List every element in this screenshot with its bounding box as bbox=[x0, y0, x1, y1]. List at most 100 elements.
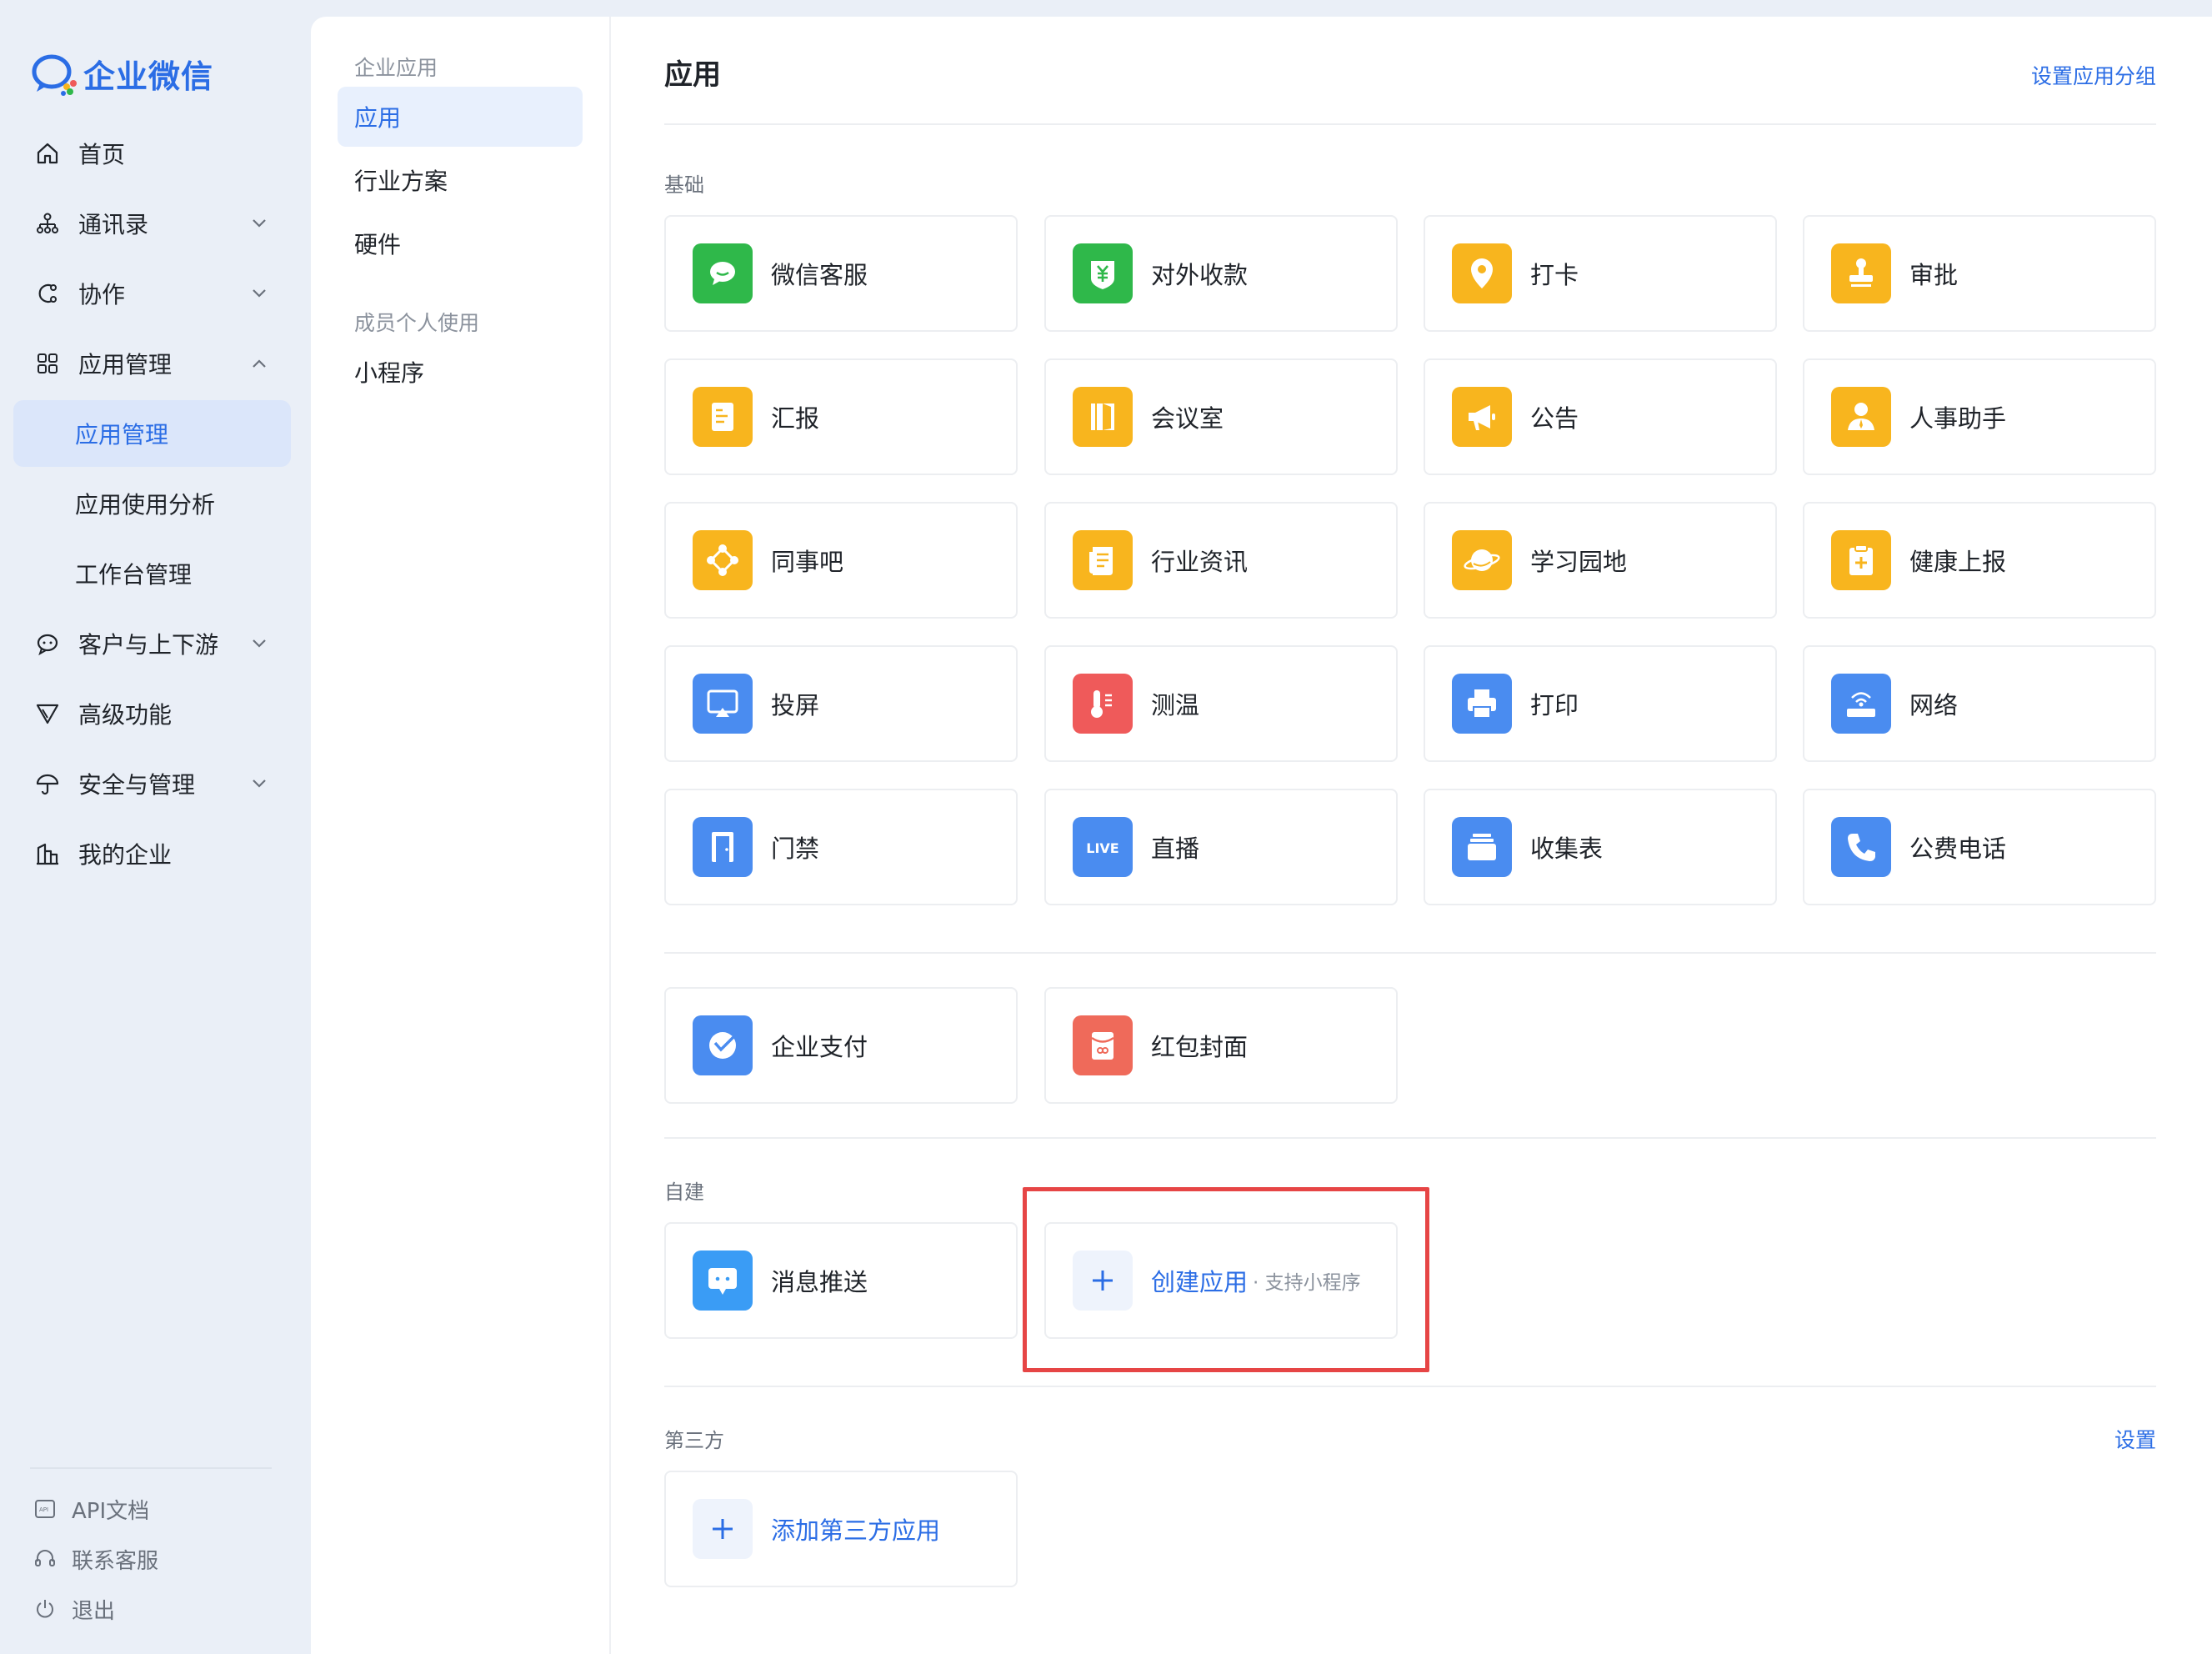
app-name: 行业资讯 bbox=[1151, 548, 1249, 576]
section-third-party-label: 第三方 bbox=[664, 1429, 724, 1452]
brand-logo[interactable]: 企业微信 bbox=[30, 50, 213, 97]
app-card[interactable]: 消息推送 bbox=[664, 1222, 1018, 1339]
submenu-item-label: 行业方案 bbox=[354, 168, 448, 195]
set-app-groups-link[interactable]: 设置应用分组 bbox=[2031, 60, 2156, 90]
app-card[interactable]: 收集表 bbox=[1424, 789, 1777, 905]
create-app-hint: · 支持小程序 bbox=[1253, 1272, 1361, 1294]
app-name: 公费电话 bbox=[1909, 835, 2007, 863]
logout-link[interactable]: 退出 bbox=[33, 1589, 115, 1629]
nav-app-management[interactable]: 应用管理 bbox=[13, 330, 291, 397]
submenu-item-industry[interactable]: 行业方案 bbox=[338, 150, 583, 210]
create-app-button[interactable]: 创建应用 · 支持小程序 bbox=[1044, 1222, 1398, 1339]
app-name: 测温 bbox=[1151, 691, 1200, 719]
app-card[interactable]: 企业支付 bbox=[664, 987, 1018, 1104]
plus-icon bbox=[1073, 1251, 1133, 1311]
phone-icon bbox=[1831, 817, 1891, 877]
add-third-party-label: 添加第三方应用 bbox=[771, 1516, 941, 1545]
nav-customers[interactable]: 客户与上下游 bbox=[13, 610, 291, 677]
red-packet-icon bbox=[1073, 1015, 1133, 1075]
app-card[interactable]: 行业资讯 bbox=[1044, 502, 1398, 619]
nav-collab[interactable]: 协作 bbox=[13, 260, 291, 327]
submenu-item-hardware[interactable]: 硬件 bbox=[338, 213, 583, 273]
submenu-item-apps[interactable]: 应用 bbox=[338, 87, 583, 147]
nav-home[interactable]: 首页 bbox=[13, 120, 291, 187]
sidebar-divider bbox=[30, 1467, 272, 1469]
nav-my-company-label: 我的企业 bbox=[78, 841, 173, 869]
nav-contacts[interactable]: 通讯录 bbox=[13, 190, 291, 257]
app-card[interactable]: 打卡 bbox=[1424, 215, 1777, 332]
submenu-item-label: 小程序 bbox=[354, 359, 425, 387]
nav-home-label: 首页 bbox=[78, 141, 126, 168]
app-card[interactable]: 学习园地 bbox=[1424, 502, 1777, 619]
screen-cast-icon bbox=[693, 674, 753, 734]
app-card[interactable]: 同事吧 bbox=[664, 502, 1018, 619]
app-name: 收集表 bbox=[1530, 835, 1604, 863]
nav-sub-app-management[interactable]: 应用管理 bbox=[13, 400, 291, 467]
chevron-up-icon[interactable] bbox=[249, 353, 269, 373]
nav-advanced[interactable]: 高级功能 bbox=[13, 680, 291, 747]
page-title: 应用 bbox=[664, 58, 721, 92]
chevron-down-icon[interactable] bbox=[249, 283, 269, 303]
app-card[interactable]: 汇报 bbox=[664, 358, 1018, 475]
add-third-party-app-button[interactable]: 添加第三方应用 bbox=[664, 1471, 1018, 1587]
pay-icon bbox=[693, 1015, 753, 1075]
wecom-logo-icon bbox=[32, 54, 77, 96]
app-name: 企业支付 bbox=[771, 1033, 868, 1061]
section-divider bbox=[664, 1137, 2156, 1139]
nav-sub-label: 应用使用分析 bbox=[75, 491, 216, 519]
nav-my-company[interactable]: 我的企业 bbox=[13, 820, 291, 887]
app-name: 打卡 bbox=[1530, 261, 1579, 289]
app-card[interactable]: 公告 bbox=[1424, 358, 1777, 475]
building-icon bbox=[33, 840, 62, 868]
app-card[interactable]: 健康上报 bbox=[1803, 502, 2156, 619]
printer-icon bbox=[1452, 674, 1512, 734]
router-icon bbox=[1831, 674, 1891, 734]
app-name: 网络 bbox=[1909, 691, 1959, 719]
app-card[interactable]: 人事助手 bbox=[1803, 358, 2156, 475]
submenu-item-label: 应用 bbox=[354, 104, 402, 132]
app-card[interactable]: 会议室 bbox=[1044, 358, 1398, 475]
plus-icon bbox=[693, 1499, 753, 1559]
app-name: 打印 bbox=[1530, 691, 1579, 719]
api-doc-icon: API bbox=[35, 1500, 55, 1518]
create-app-label: 创建应用 bbox=[1151, 1268, 1249, 1296]
nav-contacts-label: 通讯录 bbox=[78, 211, 149, 238]
app-card[interactable]: 微信客服 bbox=[664, 215, 1018, 332]
grid-icon bbox=[33, 349, 62, 378]
chevron-down-icon[interactable] bbox=[249, 774, 269, 794]
main-panel: 应用 设置应用分组 基础 自建 创建应用 · 支持小程序 第三方 设置 添加第三… bbox=[611, 17, 2212, 1654]
submenu-item-label: 硬件 bbox=[354, 231, 402, 258]
home-icon bbox=[33, 139, 62, 168]
app-card[interactable]: 测温 bbox=[1044, 645, 1398, 762]
chevron-down-icon[interactable] bbox=[249, 213, 269, 233]
chevron-down-icon[interactable] bbox=[249, 634, 269, 654]
api-docs-link[interactable]: API API文档 bbox=[33, 1489, 149, 1529]
org-chart-icon bbox=[33, 209, 62, 238]
contact-support-link[interactable]: 联系客服 bbox=[33, 1539, 158, 1579]
inbox-icon bbox=[1452, 817, 1512, 877]
nav-sub-workbench[interactable]: 工作台管理 bbox=[13, 540, 291, 607]
app-card[interactable]: LIVE 直播 bbox=[1044, 789, 1398, 905]
app-card[interactable]: 公费电话 bbox=[1803, 789, 2156, 905]
nav-security[interactable]: 安全与管理 bbox=[13, 750, 291, 817]
section-basic-label: 基础 bbox=[664, 173, 704, 197]
api-docs-label: API文档 bbox=[72, 1498, 150, 1524]
app-card[interactable]: 网络 bbox=[1803, 645, 2156, 762]
app-name: 直播 bbox=[1151, 835, 1200, 863]
app-card[interactable]: 投屏 bbox=[664, 645, 1018, 762]
brand-name: 企业微信 bbox=[83, 58, 214, 95]
app-card[interactable]: 打印 bbox=[1424, 645, 1777, 762]
submenu-item-miniprogram[interactable]: 小程序 bbox=[338, 342, 583, 402]
app-card[interactable]: 对外收款 bbox=[1044, 215, 1398, 332]
app-card[interactable]: 审批 bbox=[1803, 215, 2156, 332]
nav-sub-label: 工作台管理 bbox=[75, 561, 193, 589]
third-party-settings-link[interactable]: 设置 bbox=[2114, 1424, 2156, 1454]
nav-sub-app-usage[interactable]: 应用使用分析 bbox=[13, 470, 291, 537]
svg-text:LIVE: LIVE bbox=[1086, 840, 1119, 856]
live-icon: LIVE bbox=[1073, 817, 1133, 877]
app-name: 同事吧 bbox=[771, 548, 844, 576]
app-name: 健康上报 bbox=[1909, 548, 2007, 576]
app-card[interactable]: 红包封面 bbox=[1044, 987, 1398, 1104]
app-card[interactable]: 门禁 bbox=[664, 789, 1018, 905]
section-divider bbox=[664, 952, 2156, 954]
